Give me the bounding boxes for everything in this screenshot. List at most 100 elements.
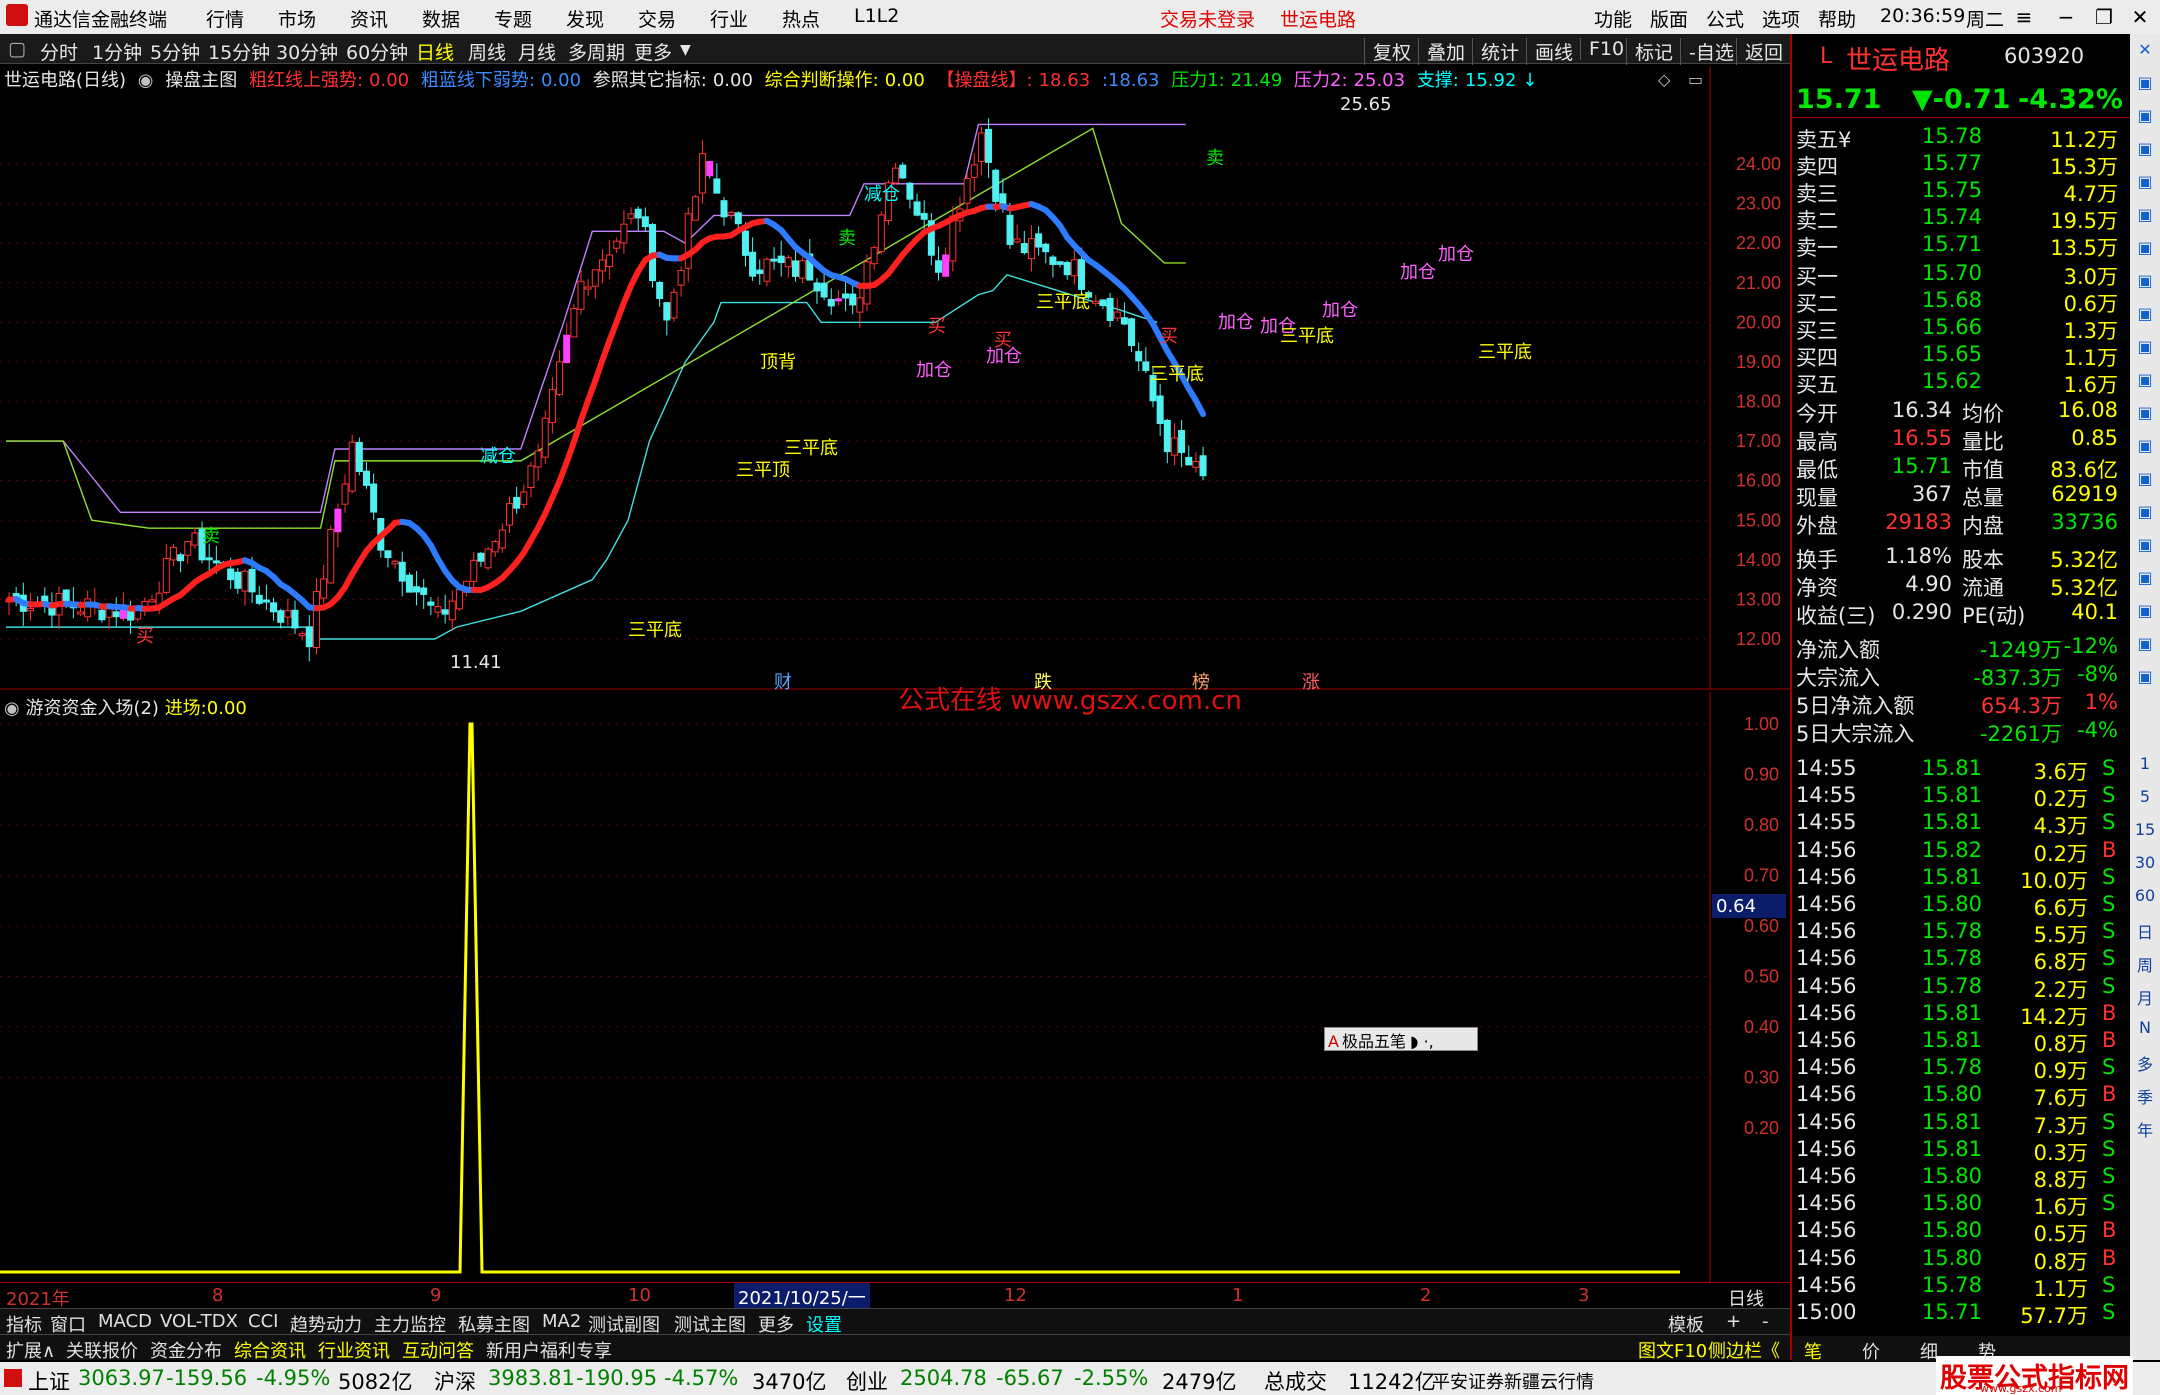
period-tab-60min[interactable]: 60分钟 <box>346 38 408 65</box>
tab-cci[interactable]: CCI <box>248 1311 278 1332</box>
period-tab-5min[interactable]: 5分钟 <box>150 38 200 65</box>
bid-row[interactable]: 买五 15.62 1.6万 <box>1792 369 2122 397</box>
tab-macd[interactable]: MACD <box>98 1311 152 1332</box>
tab-qa[interactable]: 互动问答 <box>402 1337 474 1363</box>
tab-new-user[interactable]: 新用户福利专享 <box>486 1337 612 1363</box>
ime-toolbar[interactable]: A 极品五笔 ◗ ·, <box>1324 1027 1478 1051</box>
tool-f10[interactable]: F10 <box>1580 38 1624 60</box>
grid-icon[interactable]: ▣ <box>2134 172 2156 191</box>
list-icon[interactable]: ▣ <box>2134 436 2156 455</box>
tick-row[interactable]: 14:56 15.81 7.3万 S <box>1792 1110 2122 1138</box>
tool-statistics[interactable]: 统计 <box>1472 38 1519 65</box>
tab-industry-news[interactable]: 行业资讯 <box>318 1337 390 1363</box>
menu-item-layout[interactable]: 版面 <box>1650 5 1688 32</box>
sidebar-period-1[interactable]: 5 <box>2134 787 2156 806</box>
menu-item-discover[interactable]: 发现 <box>566 5 604 32</box>
tick-row[interactable]: 14:56 15.78 5.5万 S <box>1792 919 2122 947</box>
f4-icon[interactable]: ▣ <box>2134 403 2156 422</box>
menu-item-quotes[interactable]: 行情 <box>206 5 244 32</box>
stat-row[interactable]: 收益(三) 0.290 PE(动) 40.1 <box>1792 600 2122 628</box>
more-chevron-icon[interactable]: ▼ <box>680 42 691 58</box>
menu-item-trade[interactable]: 交易 <box>638 5 676 32</box>
capital-inflow-chart[interactable]: 1.00 0.90 0.80 0.70 0.60 0.50 0.40 0.30 0.20 <box>0 692 1790 1307</box>
tick-row[interactable]: 14:56 15.80 7.6万 B <box>1792 1082 2122 1110</box>
sub-formula-name[interactable]: 游资资金入场(2) <box>25 698 159 719</box>
period-tab-multi[interactable]: 多周期 <box>568 38 625 65</box>
period-tab-monthly[interactable]: 月线 <box>518 38 556 65</box>
tab-capital-dist[interactable]: 资金分布 <box>150 1337 222 1363</box>
ime-moon-icon[interactable]: ◗ ·, <box>1406 1032 1434 1051</box>
stat-row[interactable]: 最高 16.55 量比 0.85 <box>1792 426 2122 454</box>
event-finance[interactable]: 财 <box>774 668 792 694</box>
sidebar-period-10[interactable]: 季 <box>2134 1084 2156 1108</box>
ime-icon[interactable]: A <box>1325 1032 1342 1051</box>
minimize-icon[interactable]: − <box>2052 3 2080 31</box>
ask-row[interactable]: 卖二 15.74 19.5万 <box>1792 205 2122 233</box>
menu-item-industry[interactable]: 行业 <box>710 5 748 32</box>
tick-row[interactable]: 14:55 15.81 4.3万 S <box>1792 810 2122 838</box>
tab-related-quotes[interactable]: 关联报价 <box>66 1337 138 1363</box>
period-tab-daily[interactable]: 日线 <box>416 38 454 65</box>
tool-draw[interactable]: 画线 <box>1526 38 1573 65</box>
panel-toggle-icon[interactable]: ▢ <box>8 38 26 60</box>
flow-row[interactable]: 大宗流入 -837.3万 -8% <box>1792 662 2122 690</box>
right-tab-price[interactable]: 价 <box>1862 1338 1880 1364</box>
tick-row[interactable]: 14:56 15.78 2.2万 S <box>1792 974 2122 1002</box>
sidebar-period-3[interactable]: 30 <box>2134 853 2156 872</box>
formula-name[interactable]: 操盘主图 <box>165 70 237 91</box>
ask-row[interactable]: 卖三 15.75 4.7万 <box>1792 178 2122 206</box>
tick-row[interactable]: 14:56 15.81 10.0万 S <box>1792 865 2122 893</box>
f1-icon[interactable]: ▣ <box>2134 238 2156 257</box>
sidebar-period-6[interactable]: 周 <box>2134 952 2156 976</box>
tick-row[interactable]: 14:55 15.81 3.6万 S <box>1792 756 2122 784</box>
menu-item-options[interactable]: 选项 <box>1762 5 1800 32</box>
menu-item-market[interactable]: 市场 <box>278 5 316 32</box>
menu-item-topics[interactable]: 专题 <box>494 5 532 32</box>
tab-ma2[interactable]: MA2 <box>542 1311 581 1332</box>
move-icon[interactable]: ▣ <box>2134 601 2156 620</box>
tool-mark[interactable]: 标记 <box>1626 38 1673 65</box>
flow-row[interactable]: 净流入额 -1249万 -12% <box>1792 634 2122 662</box>
bid-row[interactable]: 买一 15.70 3.0万 <box>1792 261 2122 289</box>
ime-name[interactable]: 极品五笔 <box>1342 1032 1406 1051</box>
tick-row[interactable]: 14:56 15.78 6.8万 S <box>1792 946 2122 974</box>
sidebar-period-0[interactable]: 1 <box>2134 754 2156 773</box>
period-tab-intraday[interactable]: 分时 <box>40 38 78 65</box>
tab-general-news[interactable]: 综合资讯 <box>234 1337 306 1363</box>
tick-row[interactable]: 14:56 15.80 0.5万 B <box>1792 1218 2122 1246</box>
stat-row[interactable]: 现量 367 总量 62919 <box>1792 482 2122 510</box>
period-tab-weekly[interactable]: 周线 <box>468 38 506 65</box>
clock-icon[interactable]: ▣ <box>2134 667 2156 686</box>
tool-watchlist[interactable]: -自选 <box>1680 38 1734 65</box>
stat-row[interactable]: 最低 15.71 市值 83.6亿 <box>1792 454 2122 482</box>
sub-formula-dropdown-icon[interactable]: ◉ <box>4 698 20 719</box>
menu-item-data[interactable]: 数据 <box>422 5 460 32</box>
hs-label[interactable]: 沪深 <box>434 1366 476 1395</box>
tick-row[interactable]: 14:55 15.81 0.2万 S <box>1792 783 2122 811</box>
menu-item-help[interactable]: 帮助 <box>1818 5 1856 32</box>
tool-overlay[interactable]: 叠加 <box>1418 38 1465 65</box>
tool-back[interactable]: 返回 <box>1736 38 1783 65</box>
tick-row[interactable]: 14:56 15.78 1.1万 S <box>1792 1273 2122 1301</box>
menu-item-l1l2[interactable]: L1L2 <box>854 5 899 27</box>
bid-row[interactable]: 买四 15.65 1.1万 <box>1792 342 2122 370</box>
restore-icon[interactable]: ❐ <box>2090 3 2118 31</box>
sidebar-period-8[interactable]: N <box>2134 1018 2156 1037</box>
period-tab-30min[interactable]: 30分钟 <box>276 38 338 65</box>
login-status[interactable]: 交易未登录 <box>1160 5 1255 32</box>
ask-row[interactable]: 卖四 15.77 15.3万 <box>1792 151 2122 179</box>
sidebar-period-11[interactable]: 年 <box>2134 1117 2156 1141</box>
formula-dropdown-icon[interactable]: ◉ <box>138 70 154 91</box>
tick-row[interactable]: 15:00 15.71 57.7万 S <box>1792 1300 2122 1328</box>
window-icon[interactable]: ▣ <box>2134 469 2156 488</box>
sh-label[interactable]: 上证 <box>28 1366 70 1395</box>
sidebar-period-4[interactable]: 60 <box>2134 886 2156 905</box>
window-icon[interactable]: ▭ <box>1688 70 1703 89</box>
table-icon[interactable]: ▣ <box>2134 304 2156 323</box>
right-tab-trades[interactable]: 笔 <box>1804 1338 1822 1364</box>
f3-icon[interactable]: ▣ <box>2134 370 2156 389</box>
menu-toggle-icon[interactable]: ≡ <box>2010 3 2038 31</box>
stat-row[interactable]: 外盘 29183 内盘 33736 <box>1792 510 2122 538</box>
chart-icon[interactable]: ▣ <box>2134 205 2156 224</box>
sidebar-period-9[interactable]: 多 <box>2134 1051 2156 1075</box>
